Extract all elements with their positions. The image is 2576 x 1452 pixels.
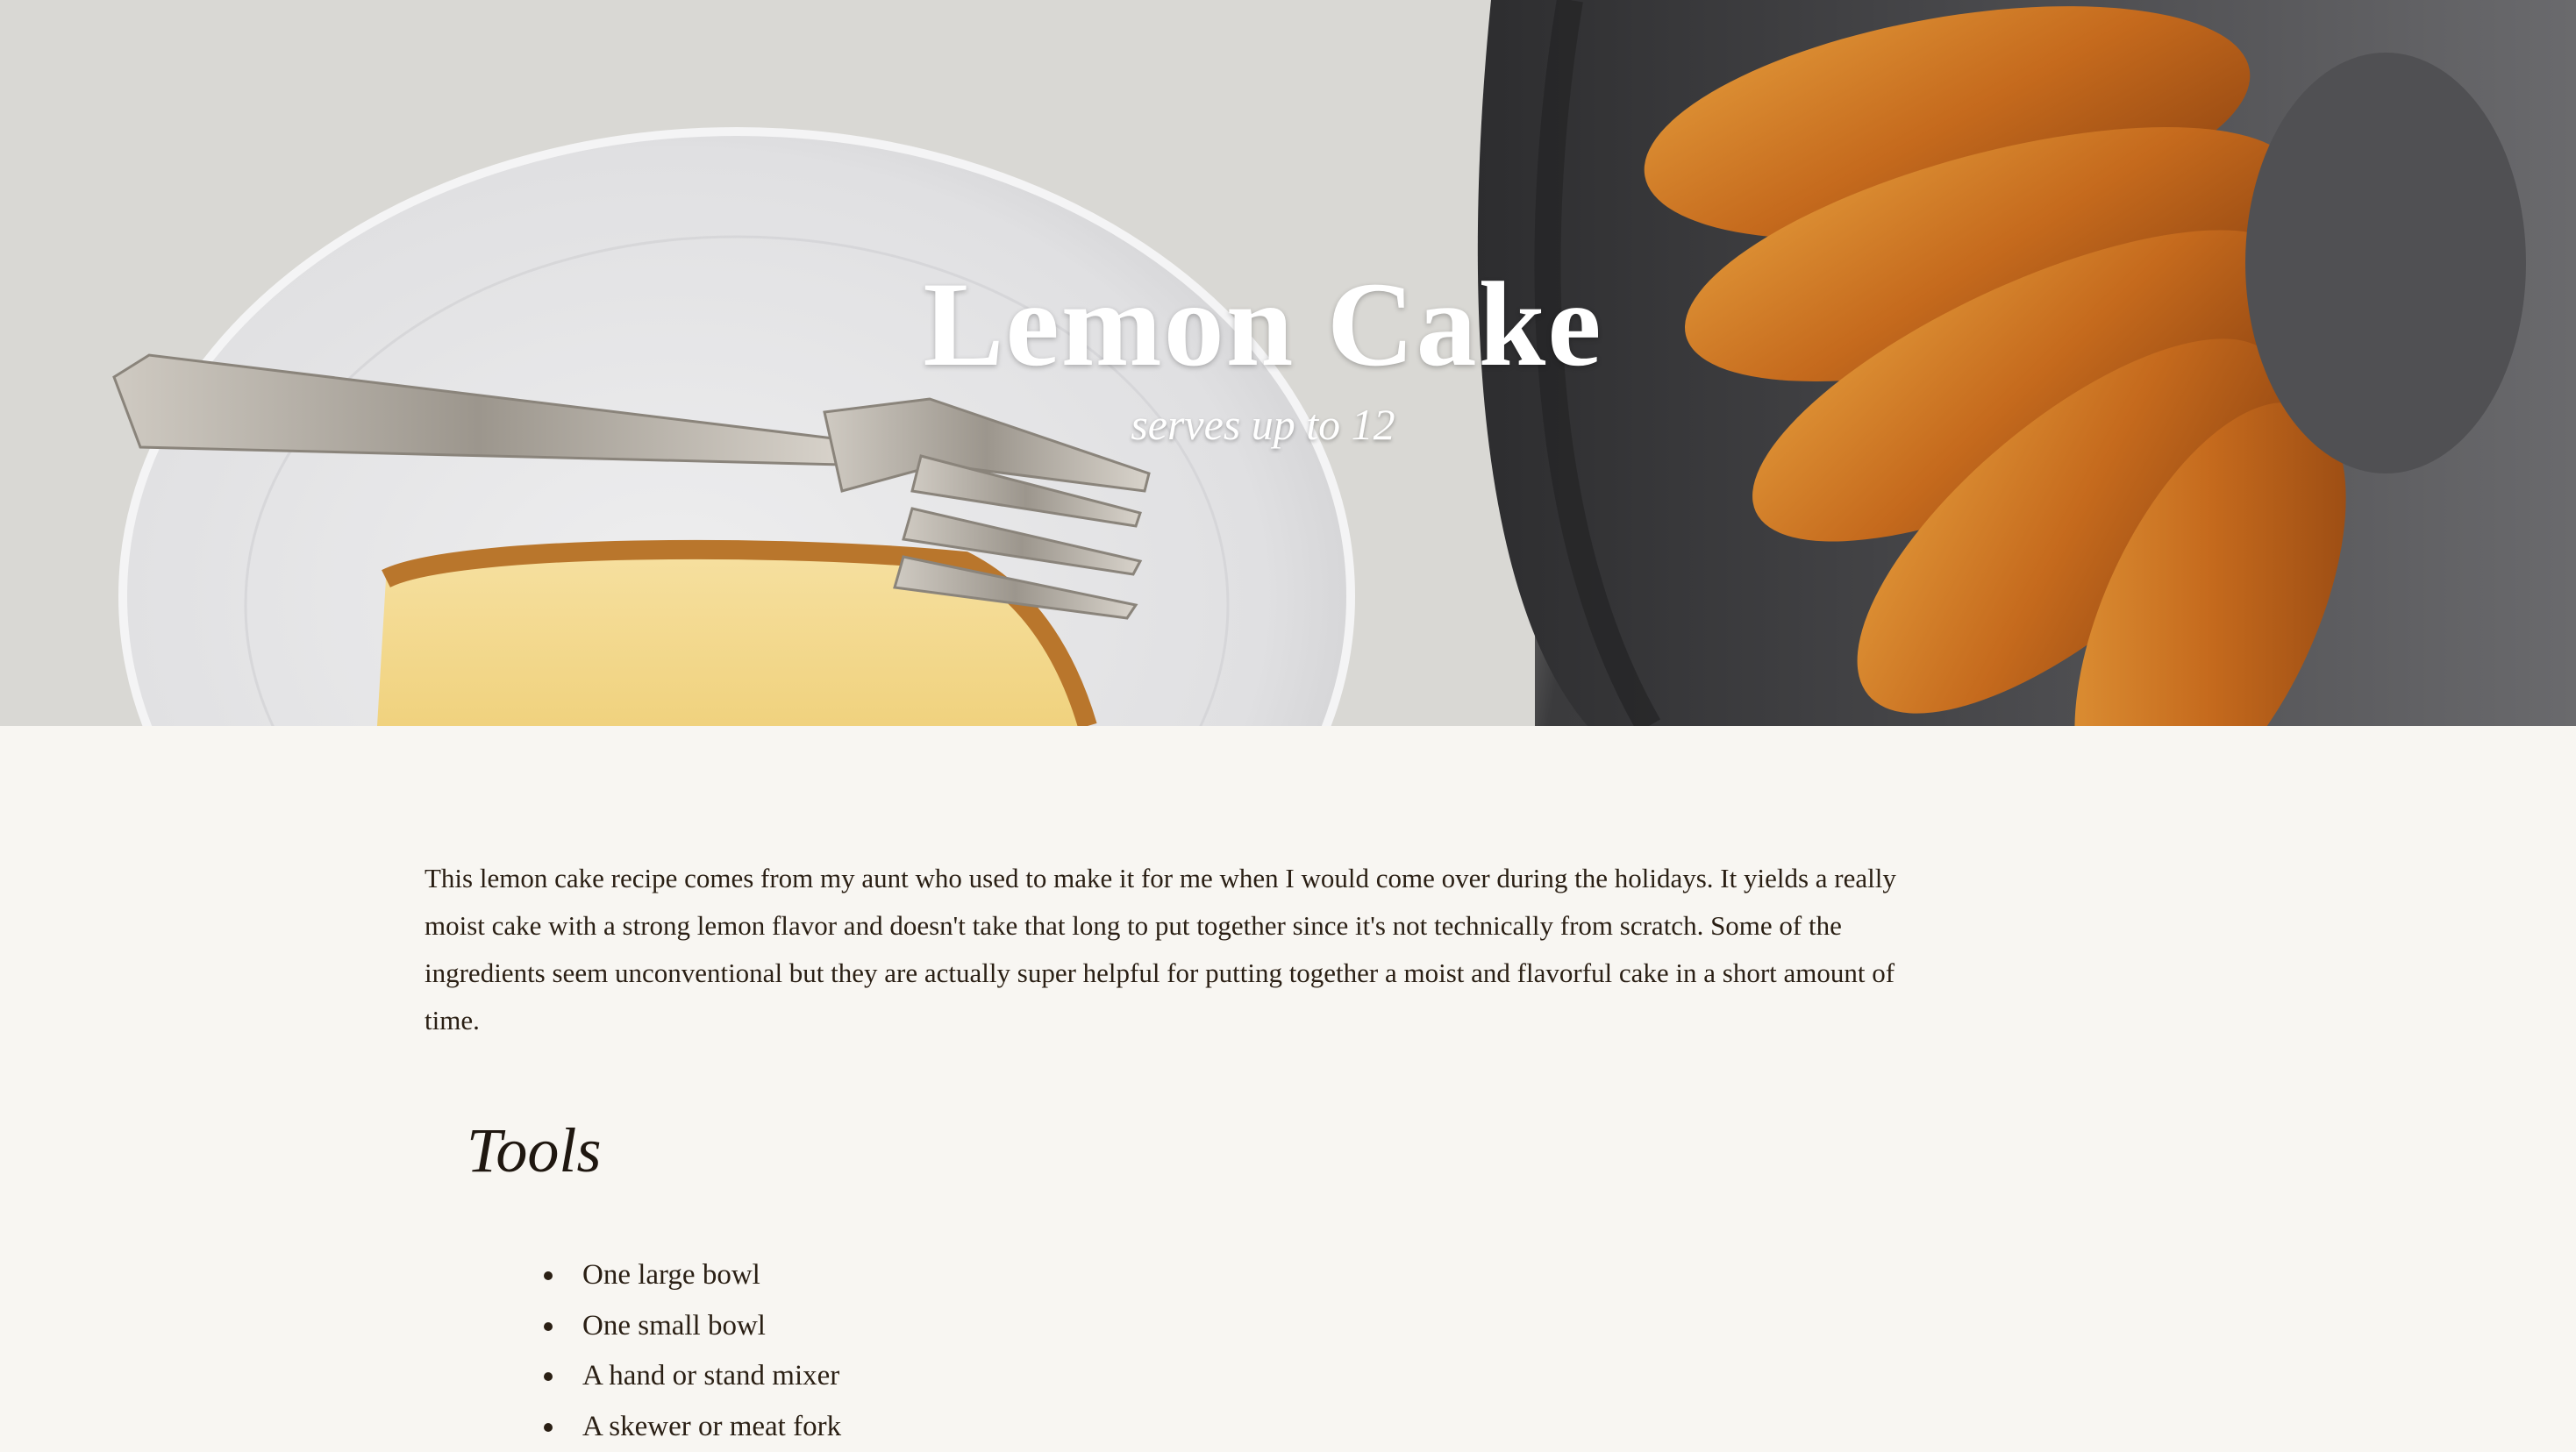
bullet-icon	[544, 1322, 553, 1331]
bullet-icon	[544, 1271, 553, 1280]
serving-size: serves up to 12	[0, 399, 2526, 450]
list-item: A skewer or meat fork	[544, 1402, 1933, 1452]
list-item: One small bowl	[544, 1301, 1933, 1352]
recipe-content: This lemon cake recipe comes from my aun…	[425, 855, 1933, 1452]
tools-heading: Tools	[467, 1114, 1933, 1187]
tool-label: A skewer or meat fork	[582, 1411, 841, 1442]
tool-label: A hand or stand mixer	[582, 1360, 839, 1392]
bullet-icon	[544, 1423, 553, 1432]
page-title: Lemon Cake	[0, 254, 2526, 394]
tool-label: One large bowl	[582, 1259, 760, 1291]
tools-list: One large bowl One small bowl A hand or …	[425, 1250, 1933, 1452]
tool-label: One small bowl	[582, 1310, 766, 1342]
bullet-icon	[544, 1372, 553, 1381]
list-item: A hand or stand mixer	[544, 1351, 1933, 1402]
list-item: One large bowl	[544, 1250, 1933, 1301]
intro-paragraph: This lemon cake recipe comes from my aun…	[425, 855, 1933, 1044]
hero-banner: Lemon Cake serves up to 12	[0, 0, 2576, 726]
